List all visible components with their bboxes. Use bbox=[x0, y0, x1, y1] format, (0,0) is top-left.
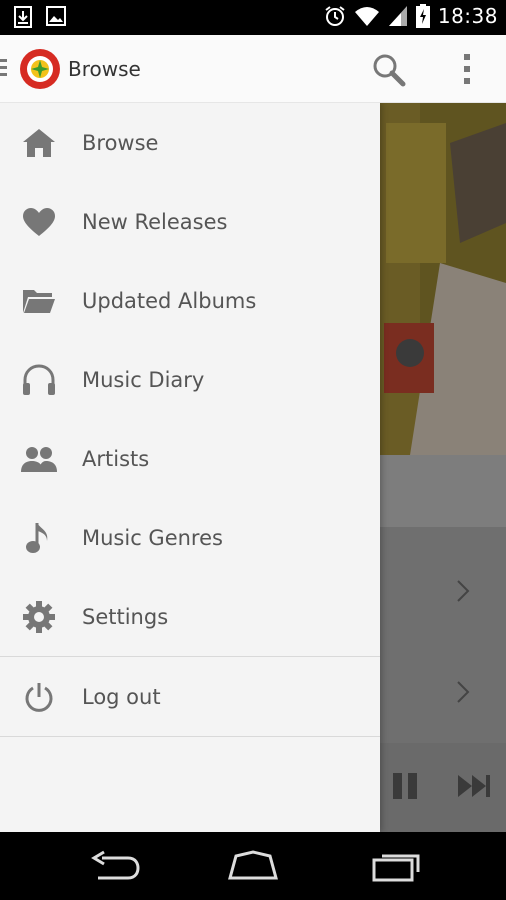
search-icon[interactable] bbox=[370, 51, 408, 89]
drawer-item-new-releases[interactable]: New Releases bbox=[0, 182, 380, 261]
overflow-menu-icon[interactable] bbox=[455, 51, 479, 87]
mini-player bbox=[380, 743, 506, 832]
chevron-right-icon[interactable] bbox=[454, 680, 472, 704]
drawer-item-label: New Releases bbox=[82, 209, 228, 234]
drawer-item-music-genres[interactable]: Music Genres bbox=[0, 498, 380, 577]
back-icon[interactable] bbox=[88, 850, 142, 882]
people-icon bbox=[20, 440, 58, 478]
background-list bbox=[380, 527, 506, 743]
divider bbox=[0, 736, 380, 737]
status-bar: 18:38 bbox=[0, 0, 506, 35]
signal-icon bbox=[388, 6, 407, 26]
download-icon bbox=[14, 6, 32, 28]
app-bar: Browse bbox=[0, 35, 506, 103]
background-content bbox=[380, 103, 506, 832]
headphones-icon bbox=[20, 361, 58, 399]
power-icon bbox=[20, 678, 58, 716]
drawer-item-label: Log out bbox=[82, 684, 161, 709]
system-nav-bar bbox=[0, 832, 506, 900]
drawer-item-artists[interactable]: Artists bbox=[0, 419, 380, 498]
home-nav-icon[interactable] bbox=[226, 850, 280, 882]
drawer-item-label: Updated Albums bbox=[82, 288, 257, 313]
wifi-icon bbox=[354, 7, 379, 26]
drawer-item-updated-albums[interactable]: Updated Albums bbox=[0, 261, 380, 340]
home-icon bbox=[20, 124, 58, 162]
alarm-icon bbox=[325, 6, 345, 26]
battery-charging-icon bbox=[415, 4, 430, 28]
drawer-item-label: Settings bbox=[82, 604, 169, 629]
page-title: Browse bbox=[68, 57, 141, 81]
image-icon bbox=[46, 6, 66, 26]
music-note-icon bbox=[20, 519, 58, 557]
gear-icon bbox=[20, 598, 58, 636]
folder-icon bbox=[20, 282, 58, 320]
drawer-item-label: Browse bbox=[82, 130, 159, 155]
heart-icon bbox=[20, 203, 58, 241]
drawer-item-log-out[interactable]: Log out bbox=[0, 657, 380, 736]
app-logo[interactable] bbox=[20, 49, 60, 89]
drawer-item-label: Artists bbox=[82, 446, 150, 471]
background-band bbox=[380, 455, 506, 527]
drawer-item-label: Music Genres bbox=[82, 525, 223, 550]
chevron-right-icon[interactable] bbox=[454, 579, 472, 603]
drawer-item-settings[interactable]: Settings bbox=[0, 577, 380, 656]
drawer-item-browse[interactable]: Browse bbox=[0, 103, 380, 182]
drawer-item-music-diary[interactable]: Music Diary bbox=[0, 340, 380, 419]
skip-next-icon[interactable] bbox=[458, 775, 492, 797]
recents-icon[interactable] bbox=[370, 850, 424, 882]
pause-icon[interactable] bbox=[392, 773, 418, 799]
album-art bbox=[380, 103, 506, 455]
drawer-item-label: Music Diary bbox=[82, 367, 205, 392]
status-time: 18:38 bbox=[437, 4, 498, 28]
drawer-toggle-icon[interactable] bbox=[0, 59, 8, 79]
navigation-drawer: Browse New Releases Updated Albums Music… bbox=[0, 103, 380, 832]
